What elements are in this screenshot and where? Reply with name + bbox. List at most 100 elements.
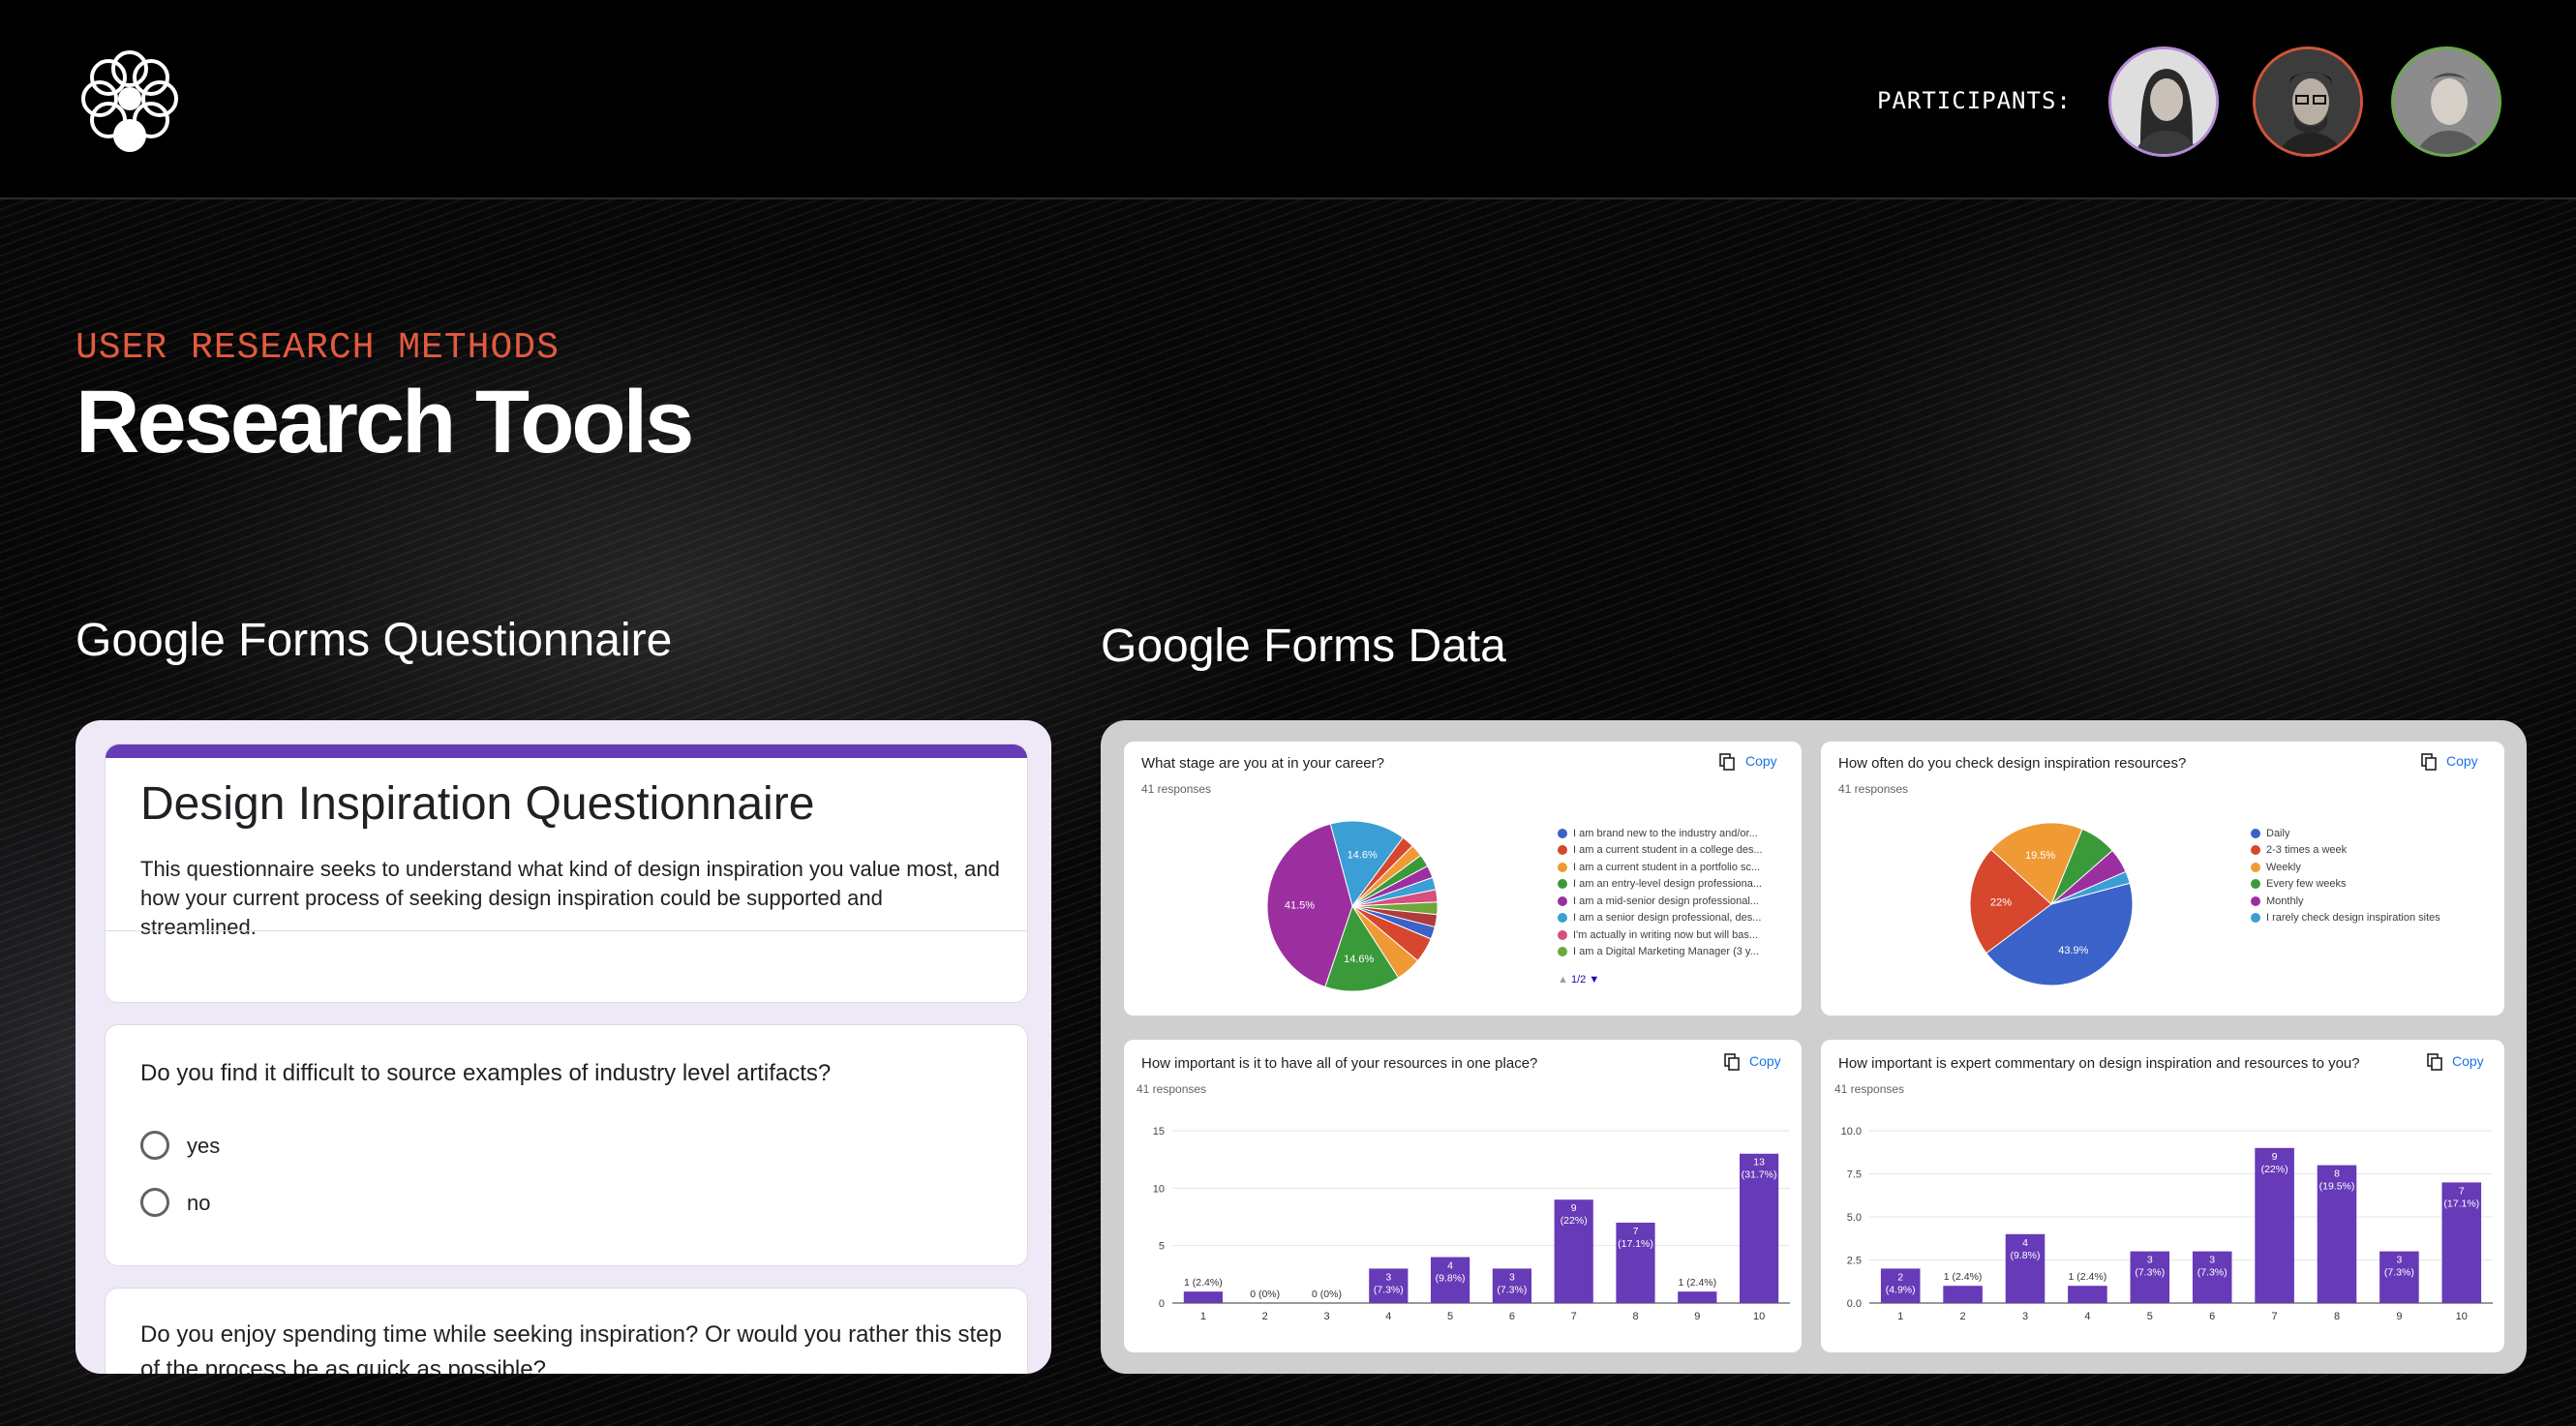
bar-label: 0 (0%)	[1250, 1289, 1280, 1300]
divider	[106, 930, 1027, 931]
bar-label: (7.3%)	[2384, 1267, 2414, 1279]
participants-label: PARTICIPANTS:	[1877, 87, 2072, 114]
pager-text: 1/2	[1570, 974, 1587, 986]
question-text: Do you enjoy spending time while seeking…	[140, 1321, 1002, 1374]
chart-legend: Daily 2-3 times a week Weekly Every few wee…	[2251, 825, 2440, 926]
copy-icon[interactable]	[1724, 1053, 1740, 1071]
legend-label: I am a current student in a college des.…	[1573, 844, 1763, 857]
bar-label: 3	[2396, 1255, 2402, 1266]
radio-yes[interactable]	[140, 1131, 169, 1160]
bar-label: (9.8%)	[2011, 1250, 2041, 1261]
page-title: Research Tools	[76, 373, 694, 471]
radio-label-yes[interactable]: yes	[187, 1134, 220, 1159]
x-tick-label: 8	[1632, 1311, 1638, 1322]
legend-swatch	[2251, 879, 2260, 890]
bar-label: 8	[2334, 1168, 2340, 1180]
y-tick-label: 10.0	[1841, 1126, 1862, 1138]
copy-button[interactable]: Copy	[1745, 753, 1777, 769]
bar	[1678, 1291, 1717, 1303]
copy-icon[interactable]	[1719, 753, 1735, 771]
question-text: Do you find it difficult to source examp…	[140, 1060, 832, 1086]
legend-label: I am an entry-level design professiona..…	[1573, 878, 1763, 891]
bar-label: (17.1%)	[2443, 1198, 2479, 1209]
legend-item: 2-3 times a week	[2251, 842, 2440, 860]
legend-item: Weekly	[2251, 859, 2440, 876]
bar-label: 3	[1509, 1271, 1515, 1283]
bar-label: (17.1%)	[1618, 1238, 1653, 1250]
legend-item: I'm actually in writing now but will bas…	[1558, 926, 1763, 944]
legend-item: I rarely check design inspiration sites	[2251, 910, 2440, 927]
bar-label: 2	[1897, 1271, 1903, 1283]
bar-label: 1 (2.4%)	[1184, 1277, 1223, 1289]
chart-card-one-place: How important is it to have all of your …	[1124, 1040, 1802, 1352]
x-tick-label: 8	[2334, 1311, 2340, 1322]
questionnaire-panel: Design Inspiration Questionnaire This qu…	[76, 720, 1051, 1374]
legend-swatch	[1558, 913, 1567, 924]
chart-card-career-stage: What stage are you at in your career? 41…	[1124, 742, 1802, 1016]
x-tick-label: 3	[1323, 1311, 1329, 1322]
x-tick-label: 10	[2456, 1311, 2468, 1322]
radio-no[interactable]	[140, 1188, 169, 1217]
bar-label: 3	[1385, 1271, 1391, 1283]
bar-label: 7	[2459, 1185, 2465, 1197]
legend-item: Monthly	[2251, 893, 2440, 910]
legend-swatch	[2251, 913, 2260, 924]
legend-swatch	[1558, 879, 1567, 890]
x-tick-label: 5	[1447, 1311, 1453, 1322]
legend-label: I am a mid-senior design professional...	[1573, 895, 1759, 907]
chart-title: What stage are you at in your career?	[1141, 755, 1384, 772]
legend-label: I am brand new to the industry and/or...	[1573, 827, 1758, 839]
questionnaire-section-title: Google Forms Questionnaire	[76, 615, 673, 666]
question-card: Do you enjoy spending time while seeking…	[105, 1288, 1028, 1374]
bar-label: (9.8%)	[1436, 1273, 1466, 1285]
y-tick-label: 5.0	[1847, 1212, 1862, 1224]
chart-title: How important is it to have all of your …	[1141, 1055, 1538, 1072]
form-description: This questionnaire seeks to understand w…	[140, 857, 1000, 939]
copy-icon[interactable]	[2427, 1053, 2442, 1071]
legend-swatch	[2251, 828, 2260, 838]
x-tick-label: 1	[1897, 1311, 1903, 1322]
avatar[interactable]	[2253, 46, 2363, 157]
legend-swatch	[1558, 828, 1567, 838]
y-tick-label: 7.5	[1847, 1169, 1862, 1181]
x-tick-label: 3	[2022, 1311, 2028, 1322]
x-tick-label: 2	[1960, 1311, 1966, 1322]
legend-swatch	[1558, 862, 1567, 872]
bar-label: (7.3%)	[1374, 1284, 1404, 1295]
legend-pager[interactable]: ▲ 1/2 ▼	[1558, 974, 1599, 986]
copy-button[interactable]: Copy	[2446, 753, 2478, 769]
copy-button[interactable]: Copy	[1749, 1053, 1781, 1069]
x-tick-label: 2	[1262, 1311, 1268, 1322]
avatar[interactable]	[2391, 46, 2501, 157]
flower-logo-icon[interactable]	[74, 43, 186, 155]
x-tick-label: 9	[2396, 1311, 2402, 1322]
bar-label: 4	[2022, 1237, 2028, 1249]
pie-chart-frequency: 43.9% 22% 19.5%	[1969, 822, 2134, 986]
y-tick-label: 10	[1153, 1183, 1165, 1195]
legend-item: I am an entry-level design professiona..…	[1558, 876, 1763, 894]
copy-button[interactable]: Copy	[2452, 1053, 2484, 1069]
legend-item: I am a senior design professional, des..…	[1558, 910, 1763, 927]
response-count: 41 responses	[1834, 1082, 1905, 1096]
y-tick-label: 2.5	[1847, 1256, 1862, 1267]
legend-item: Daily	[2251, 825, 2440, 842]
x-tick-label: 4	[1385, 1311, 1391, 1322]
bar-label: (7.3%)	[2135, 1267, 2165, 1279]
pie-slice-label: 14.6%	[1344, 954, 1374, 965]
bar-label: 9	[2272, 1151, 2278, 1163]
legend-label: I am a current student in a portfolio sc…	[1573, 861, 1761, 873]
response-count: 41 responses	[1141, 782, 1212, 796]
pie-chart-career-stage: 14.6% 14.6% 41.5%	[1266, 820, 1439, 992]
x-tick-label: 7	[2272, 1311, 2278, 1322]
x-tick-label: 6	[2209, 1311, 2215, 1322]
bar-label: 13	[1753, 1157, 1765, 1168]
legend-swatch	[1558, 929, 1567, 940]
top-bar: PARTICIPANTS:	[0, 0, 2576, 199]
chart-title: How often do you check design inspiratio…	[1838, 755, 2187, 772]
radio-label-no[interactable]: no	[187, 1191, 210, 1216]
bar	[2068, 1286, 2107, 1303]
bar-label: 4	[1447, 1260, 1453, 1272]
bar-chart-expert-commentary: 0.02.55.07.510.012(4.9%)21 (2.4%)34(9.8%…	[1841, 1126, 2493, 1322]
avatar[interactable]	[2108, 46, 2219, 157]
copy-icon[interactable]	[2421, 753, 2437, 771]
